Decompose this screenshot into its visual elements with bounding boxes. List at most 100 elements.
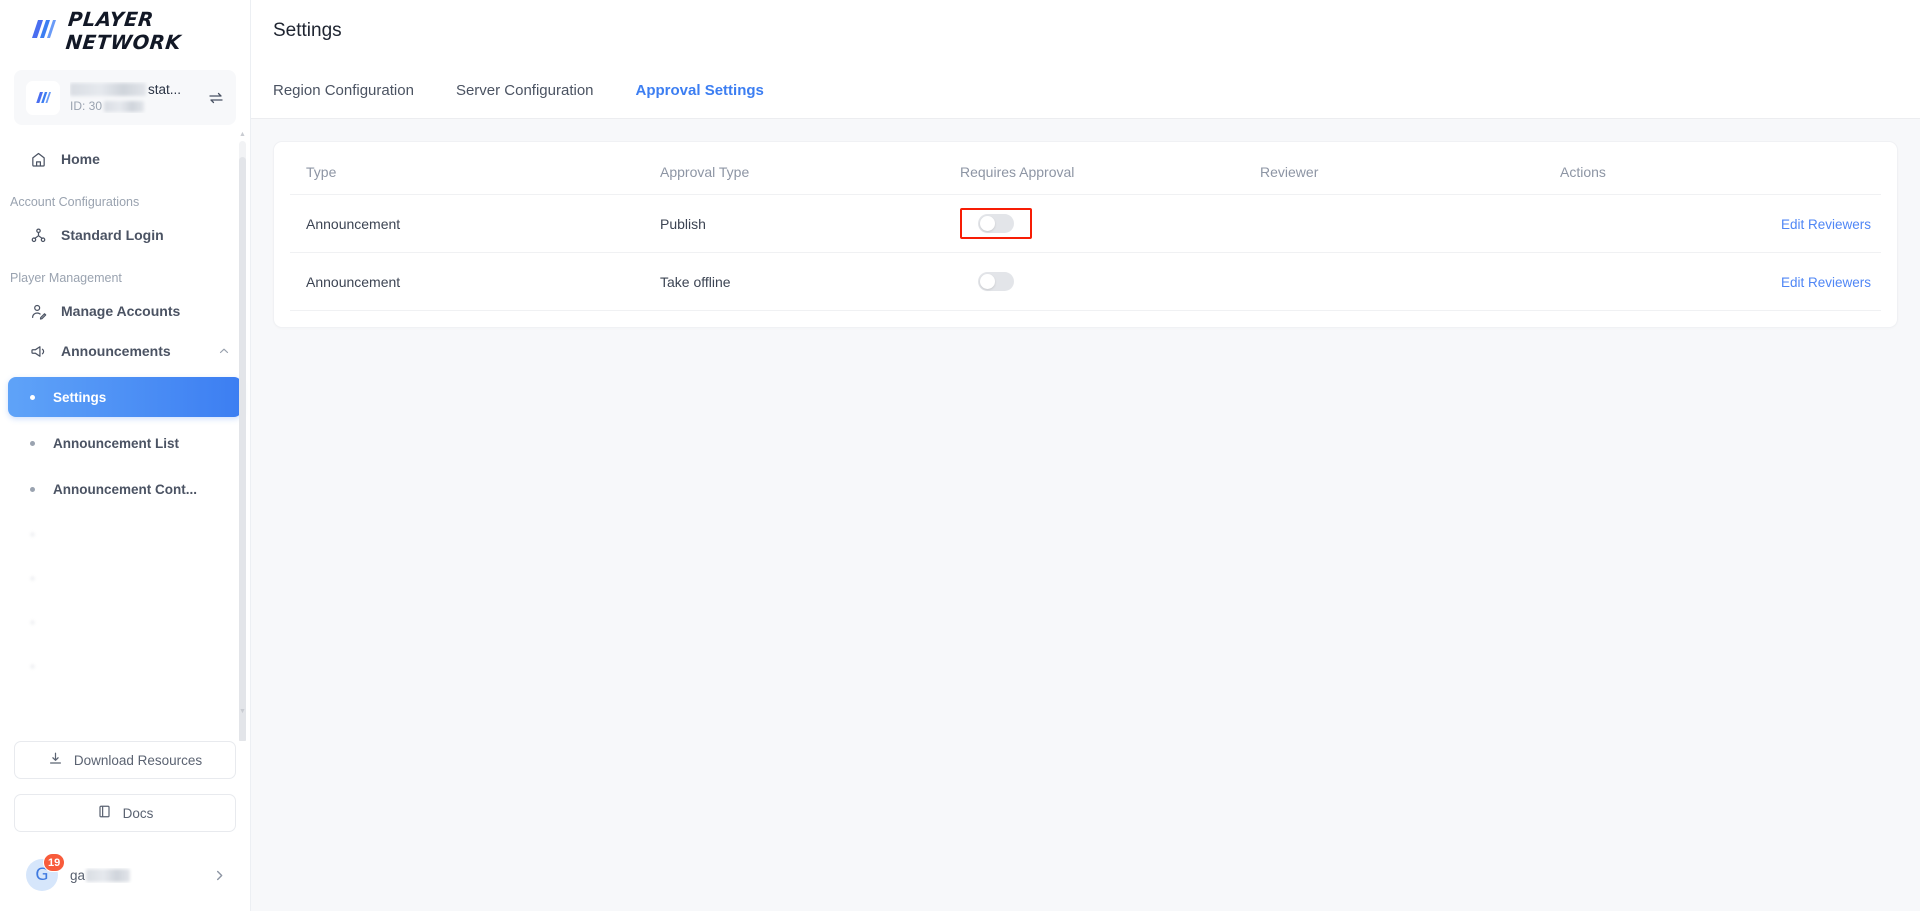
download-icon bbox=[48, 751, 63, 769]
redacted-account-name bbox=[70, 83, 146, 96]
column-header-approval-type: Approval Type bbox=[660, 142, 960, 195]
sidebar-item-announcement-content[interactable]: Announcement Cont... bbox=[8, 469, 242, 509]
app-root: PLAYER NETWORK stat... ID: 30 ▲ ▼ Home A… bbox=[0, 0, 1920, 911]
sidebar-item-label: Manage Accounts bbox=[61, 303, 181, 319]
bullet-icon bbox=[30, 394, 35, 400]
toggle-knob bbox=[980, 216, 995, 231]
tab-approval-settings[interactable]: Approval Settings bbox=[636, 62, 764, 119]
nav-group-account-configurations: Account Configurations bbox=[10, 195, 140, 209]
account-id: ID: 30 bbox=[70, 99, 198, 113]
megaphone-icon bbox=[30, 343, 47, 360]
cell-requires-approval bbox=[960, 252, 1260, 311]
cell-reviewer bbox=[1260, 194, 1560, 253]
sidebar-item-obscured-2[interactable] bbox=[8, 559, 242, 597]
sidebar-item-label: Standard Login bbox=[61, 227, 164, 243]
edit-reviewers-link[interactable]: Edit Reviewers bbox=[1781, 275, 1871, 290]
column-header-reviewer: Reviewer bbox=[1260, 142, 1560, 195]
sidebar-item-label: Home bbox=[61, 151, 100, 167]
account-name-suffix: stat... bbox=[148, 82, 182, 97]
page-header: Settings bbox=[251, 0, 1920, 62]
cell-reviewer bbox=[1260, 252, 1560, 311]
sidebar-item-obscured-1[interactable] bbox=[8, 515, 242, 553]
scroll-down-arrow-icon[interactable]: ▼ bbox=[239, 708, 246, 715]
requires-approval-toggle-wrap bbox=[960, 208, 1032, 239]
sidebar-item-obscured-4[interactable] bbox=[8, 647, 242, 685]
bullet-icon bbox=[30, 531, 35, 537]
scroll-up-arrow-icon[interactable]: ▲ bbox=[239, 131, 246, 138]
approval-settings-table: Type Approval Type Requires Approval Rev… bbox=[290, 142, 1881, 311]
sidebar-item-obscured-3[interactable] bbox=[8, 603, 242, 641]
sidebar-nav: ▲ ▼ Home Account Configurations Standard… bbox=[0, 125, 250, 741]
column-header-requires-approval: Requires Approval bbox=[960, 142, 1260, 195]
nav-group-player-management: Player Management bbox=[10, 271, 122, 285]
sidebar-item-label: Announcement Cont... bbox=[53, 481, 197, 497]
table-row: Announcement Publish Edit Reviewers bbox=[290, 194, 1881, 253]
user-name-prefix: ga bbox=[70, 867, 86, 883]
sidebar-item-standard-login[interactable]: Standard Login bbox=[8, 215, 242, 255]
redacted-user-name bbox=[86, 868, 131, 882]
approval-settings-card: Type Approval Type Requires Approval Rev… bbox=[273, 141, 1898, 328]
table-header-row: Type Approval Type Requires Approval Rev… bbox=[290, 142, 1881, 195]
content-area: Type Approval Type Requires Approval Rev… bbox=[251, 119, 1920, 911]
sitemap-icon bbox=[30, 227, 47, 244]
toggle-knob bbox=[980, 274, 995, 289]
home-icon bbox=[30, 151, 47, 168]
account-switcher-card[interactable]: stat... ID: 30 bbox=[14, 70, 236, 125]
cell-type: Announcement bbox=[290, 194, 660, 253]
bullet-icon bbox=[30, 440, 35, 446]
cell-approval-type: Take offline bbox=[660, 252, 960, 311]
cell-type: Announcement bbox=[290, 252, 660, 311]
main-content: Settings Region Configuration Server Con… bbox=[251, 0, 1920, 911]
user-edit-icon bbox=[30, 303, 47, 320]
table-row: Announcement Take offline Edit Reviewers bbox=[290, 252, 1881, 311]
redacted-account-id bbox=[104, 100, 145, 112]
sidebar-item-announcements[interactable]: Announcements bbox=[8, 331, 242, 371]
player-network-logo-icon bbox=[30, 19, 56, 44]
avatar-wrap: G 19 bbox=[26, 853, 66, 891]
sidebar-item-label bbox=[53, 527, 68, 542]
sidebar-item-announcement-list[interactable]: Announcement List bbox=[8, 423, 242, 463]
chevron-up-icon[interactable] bbox=[218, 345, 230, 357]
brand-name: PLAYER NETWORK bbox=[64, 8, 183, 54]
sidebar-item-label: Settings bbox=[53, 389, 107, 405]
swap-horizontal-icon[interactable] bbox=[208, 90, 224, 106]
sidebar-item-manage-accounts[interactable]: Manage Accounts bbox=[8, 291, 242, 331]
sidebar-item-label bbox=[53, 659, 61, 674]
cell-approval-type: Publish bbox=[660, 194, 960, 253]
user-name: ga bbox=[70, 868, 201, 883]
bullet-icon bbox=[30, 486, 35, 492]
edit-reviewers-link[interactable]: Edit Reviewers bbox=[1781, 217, 1871, 232]
download-resources-button[interactable]: Download Resources bbox=[14, 741, 236, 779]
bullet-icon bbox=[30, 663, 35, 669]
table-body: Announcement Publish Edit Reviewers Anno… bbox=[290, 194, 1881, 311]
cell-requires-approval bbox=[960, 194, 1260, 253]
tab-server-configuration[interactable]: Server Configuration bbox=[456, 62, 594, 119]
account-logo-icon bbox=[26, 80, 60, 115]
brand[interactable]: PLAYER NETWORK bbox=[0, 0, 250, 62]
sidebar-footer: Download Resources Docs G 19 ga bbox=[0, 741, 250, 911]
bullet-icon bbox=[30, 575, 35, 581]
notification-badge: 19 bbox=[43, 853, 66, 872]
page-title: Settings bbox=[273, 20, 342, 41]
sidebar-item-label bbox=[53, 615, 72, 630]
sidebar-item-label bbox=[53, 571, 64, 586]
sidebar-item-label: Announcements bbox=[61, 343, 171, 359]
requires-approval-toggle[interactable] bbox=[978, 214, 1014, 233]
account-name: stat... bbox=[70, 82, 198, 97]
requires-approval-toggle-wrap bbox=[960, 266, 1032, 297]
sidebar-item-home[interactable]: Home bbox=[8, 139, 242, 179]
tab-region-configuration[interactable]: Region Configuration bbox=[273, 62, 414, 119]
docs-button[interactable]: Docs bbox=[14, 794, 236, 832]
requires-approval-toggle[interactable] bbox=[978, 272, 1014, 291]
account-meta: stat... ID: 30 bbox=[70, 82, 198, 113]
column-header-actions: Actions bbox=[1560, 142, 1881, 195]
cell-actions: Edit Reviewers bbox=[1560, 194, 1881, 253]
bullet-icon bbox=[30, 619, 35, 625]
sidebar-item-label: Announcement List bbox=[53, 435, 180, 451]
sidebar-item-settings[interactable]: Settings bbox=[8, 377, 242, 417]
cell-actions: Edit Reviewers bbox=[1560, 252, 1881, 311]
chevron-right-icon[interactable] bbox=[213, 869, 226, 882]
book-icon bbox=[97, 804, 112, 822]
user-profile-row[interactable]: G 19 ga bbox=[14, 847, 236, 903]
docs-label: Docs bbox=[122, 805, 154, 821]
